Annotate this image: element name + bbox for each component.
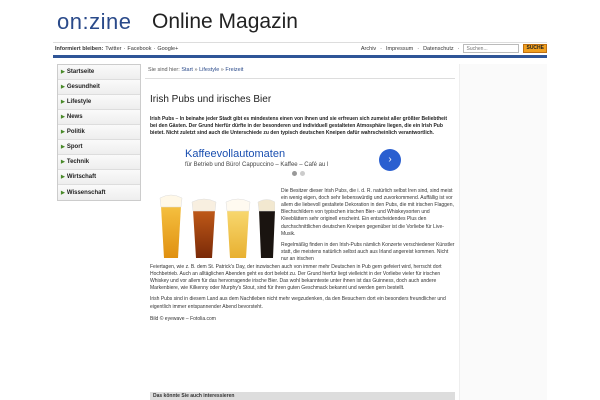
ad-title[interactable]: Kaffeevollautomaten — [185, 148, 285, 160]
breadcrumb-lifestyle[interactable]: Lifestyle — [199, 67, 219, 73]
sidebar-item-startseite[interactable]: ▶ Startseite — [58, 65, 140, 80]
sidebar-item-gesundheit[interactable]: ▶ Gesundheit — [58, 80, 140, 95]
sidebar-item-label: Lifestyle — [66, 99, 92, 105]
sidebar-item-politik[interactable]: ▶ Politik — [58, 125, 140, 140]
breadcrumb-prefix: Sie sind hier: — [148, 67, 180, 73]
right-sidebar — [459, 64, 547, 400]
article-paragraph: Die Besitzer dieser Irish Pubs, die i. d… — [281, 187, 454, 237]
sidebar-item-label: Startseite — [66, 69, 95, 75]
breadcrumb-separator: » — [194, 67, 198, 73]
social-label: Informiert bleiben: — [55, 46, 104, 52]
twitter-link[interactable]: Twitter — [105, 46, 123, 52]
arrow-right-icon: ▶ — [61, 99, 65, 105]
sidebar-item-lifestyle[interactable]: ▶ Lifestyle — [58, 95, 140, 110]
separator: · — [380, 45, 383, 52]
google-plus-link[interactable]: Google+ — [157, 46, 180, 52]
sidebar-item-news[interactable]: ▶ News — [58, 110, 140, 125]
top-navigation-bar: Informiert bleiben: Twitter · Facebook ·… — [53, 42, 547, 58]
ad-subtitle: für Betrieb und Büro! Cappuccino – Kaffe… — [185, 161, 329, 168]
article-title: Irish Pubs und irisches Bier — [150, 94, 272, 105]
archive-link[interactable]: Archiv — [361, 46, 376, 52]
arrow-right-icon: ▶ — [61, 114, 65, 120]
sidebar-item-label: Technik — [66, 159, 90, 165]
separator: · — [457, 45, 460, 52]
facebook-link[interactable]: Facebook — [127, 46, 153, 52]
main-content: Sie sind hier: Start » Lifestyle » Freiz… — [145, 64, 455, 322]
site-subtitle: Online Magazin — [152, 10, 298, 33]
category-sidebar: ▶ Startseite ▶ Gesundheit ▶ Lifestyle ▶ News… — [57, 64, 141, 201]
pagination-dot-icon[interactable] — [300, 170, 305, 176]
sidebar-item-label: Sport — [66, 144, 83, 150]
arrow-right-icon: ▶ — [61, 129, 65, 135]
sidebar-item-sport[interactable]: ▶ Sport — [58, 140, 140, 155]
site-header: on:zine Online Magazin — [0, 0, 600, 42]
sidebar-item-label: Wirtschaft — [66, 174, 97, 180]
sidebar-item-label: Politik — [66, 129, 85, 135]
sidebar-item-label: Wissenschaft — [66, 189, 106, 196]
sidebar-item-wirtschaft[interactable]: ▶ Wirtschaft — [58, 170, 140, 185]
article-intro: Irish Pubs – In beinahe jeder Stadt gibt… — [150, 116, 448, 137]
breadcrumb-freizeit[interactable]: Freizeit — [225, 67, 243, 73]
ad-pagination — [292, 170, 305, 176]
search-button[interactable]: SUCHE — [523, 44, 547, 53]
breadcrumb: Sie sind hier: Start » Lifestyle » Freiz… — [145, 64, 455, 79]
breadcrumb-separator: » — [220, 67, 224, 73]
article-paragraph: Feiertagen, wie z. B. dem St. Patrick's … — [150, 263, 442, 292]
related-articles-header: Das könnte Sie auch interessieren — [150, 392, 455, 400]
sidebar-item-technik[interactable]: ▶ Technik — [58, 155, 140, 170]
privacy-link[interactable]: Datenschutz — [423, 46, 454, 52]
image-credit: Bild © eyewave – Fotolia.com — [150, 315, 216, 322]
site-logo[interactable]: on:zine — [57, 9, 131, 35]
search-input[interactable] — [463, 44, 520, 53]
advertisement-banner[interactable]: Kaffeevollautomaten für Betrieb und Büro… — [181, 146, 417, 178]
imprint-link[interactable]: Impressum — [386, 46, 413, 52]
arrow-right-icon: ▶ — [61, 84, 65, 90]
separator: · — [417, 45, 420, 52]
top-links: Archiv · Impressum · Datenschutz · SUCHE — [361, 44, 547, 53]
arrow-right-icon: ▶ — [61, 159, 65, 165]
arrow-right-icon: ▶ — [61, 69, 65, 75]
article-paragraph: Regelmäßig finden in den Irish-Pubs näml… — [281, 242, 455, 263]
article-paragraph: Irish Pubs sind in diesem Land aus dem N… — [150, 296, 446, 310]
sidebar-item-wissenschaft[interactable]: ▶ Wissenschaft — [58, 185, 140, 200]
pagination-dot-icon[interactable] — [292, 170, 297, 176]
arrow-right-icon: ▶ — [61, 174, 65, 180]
chevron-right-icon[interactable]: › — [379, 148, 401, 171]
sidebar-item-label: Gesundheit — [66, 84, 100, 90]
sidebar-item-label: News — [66, 114, 83, 120]
article-body: Die Besitzer dieser Irish Pubs, die i. d… — [145, 188, 455, 322]
arrow-right-icon: ▶ — [61, 189, 65, 196]
beer-glasses-image — [159, 194, 275, 258]
breadcrumb-start[interactable]: Start — [181, 67, 193, 73]
social-links: Informiert bleiben: Twitter · Facebook ·… — [55, 46, 180, 52]
arrow-right-icon: ▶ — [61, 144, 65, 150]
